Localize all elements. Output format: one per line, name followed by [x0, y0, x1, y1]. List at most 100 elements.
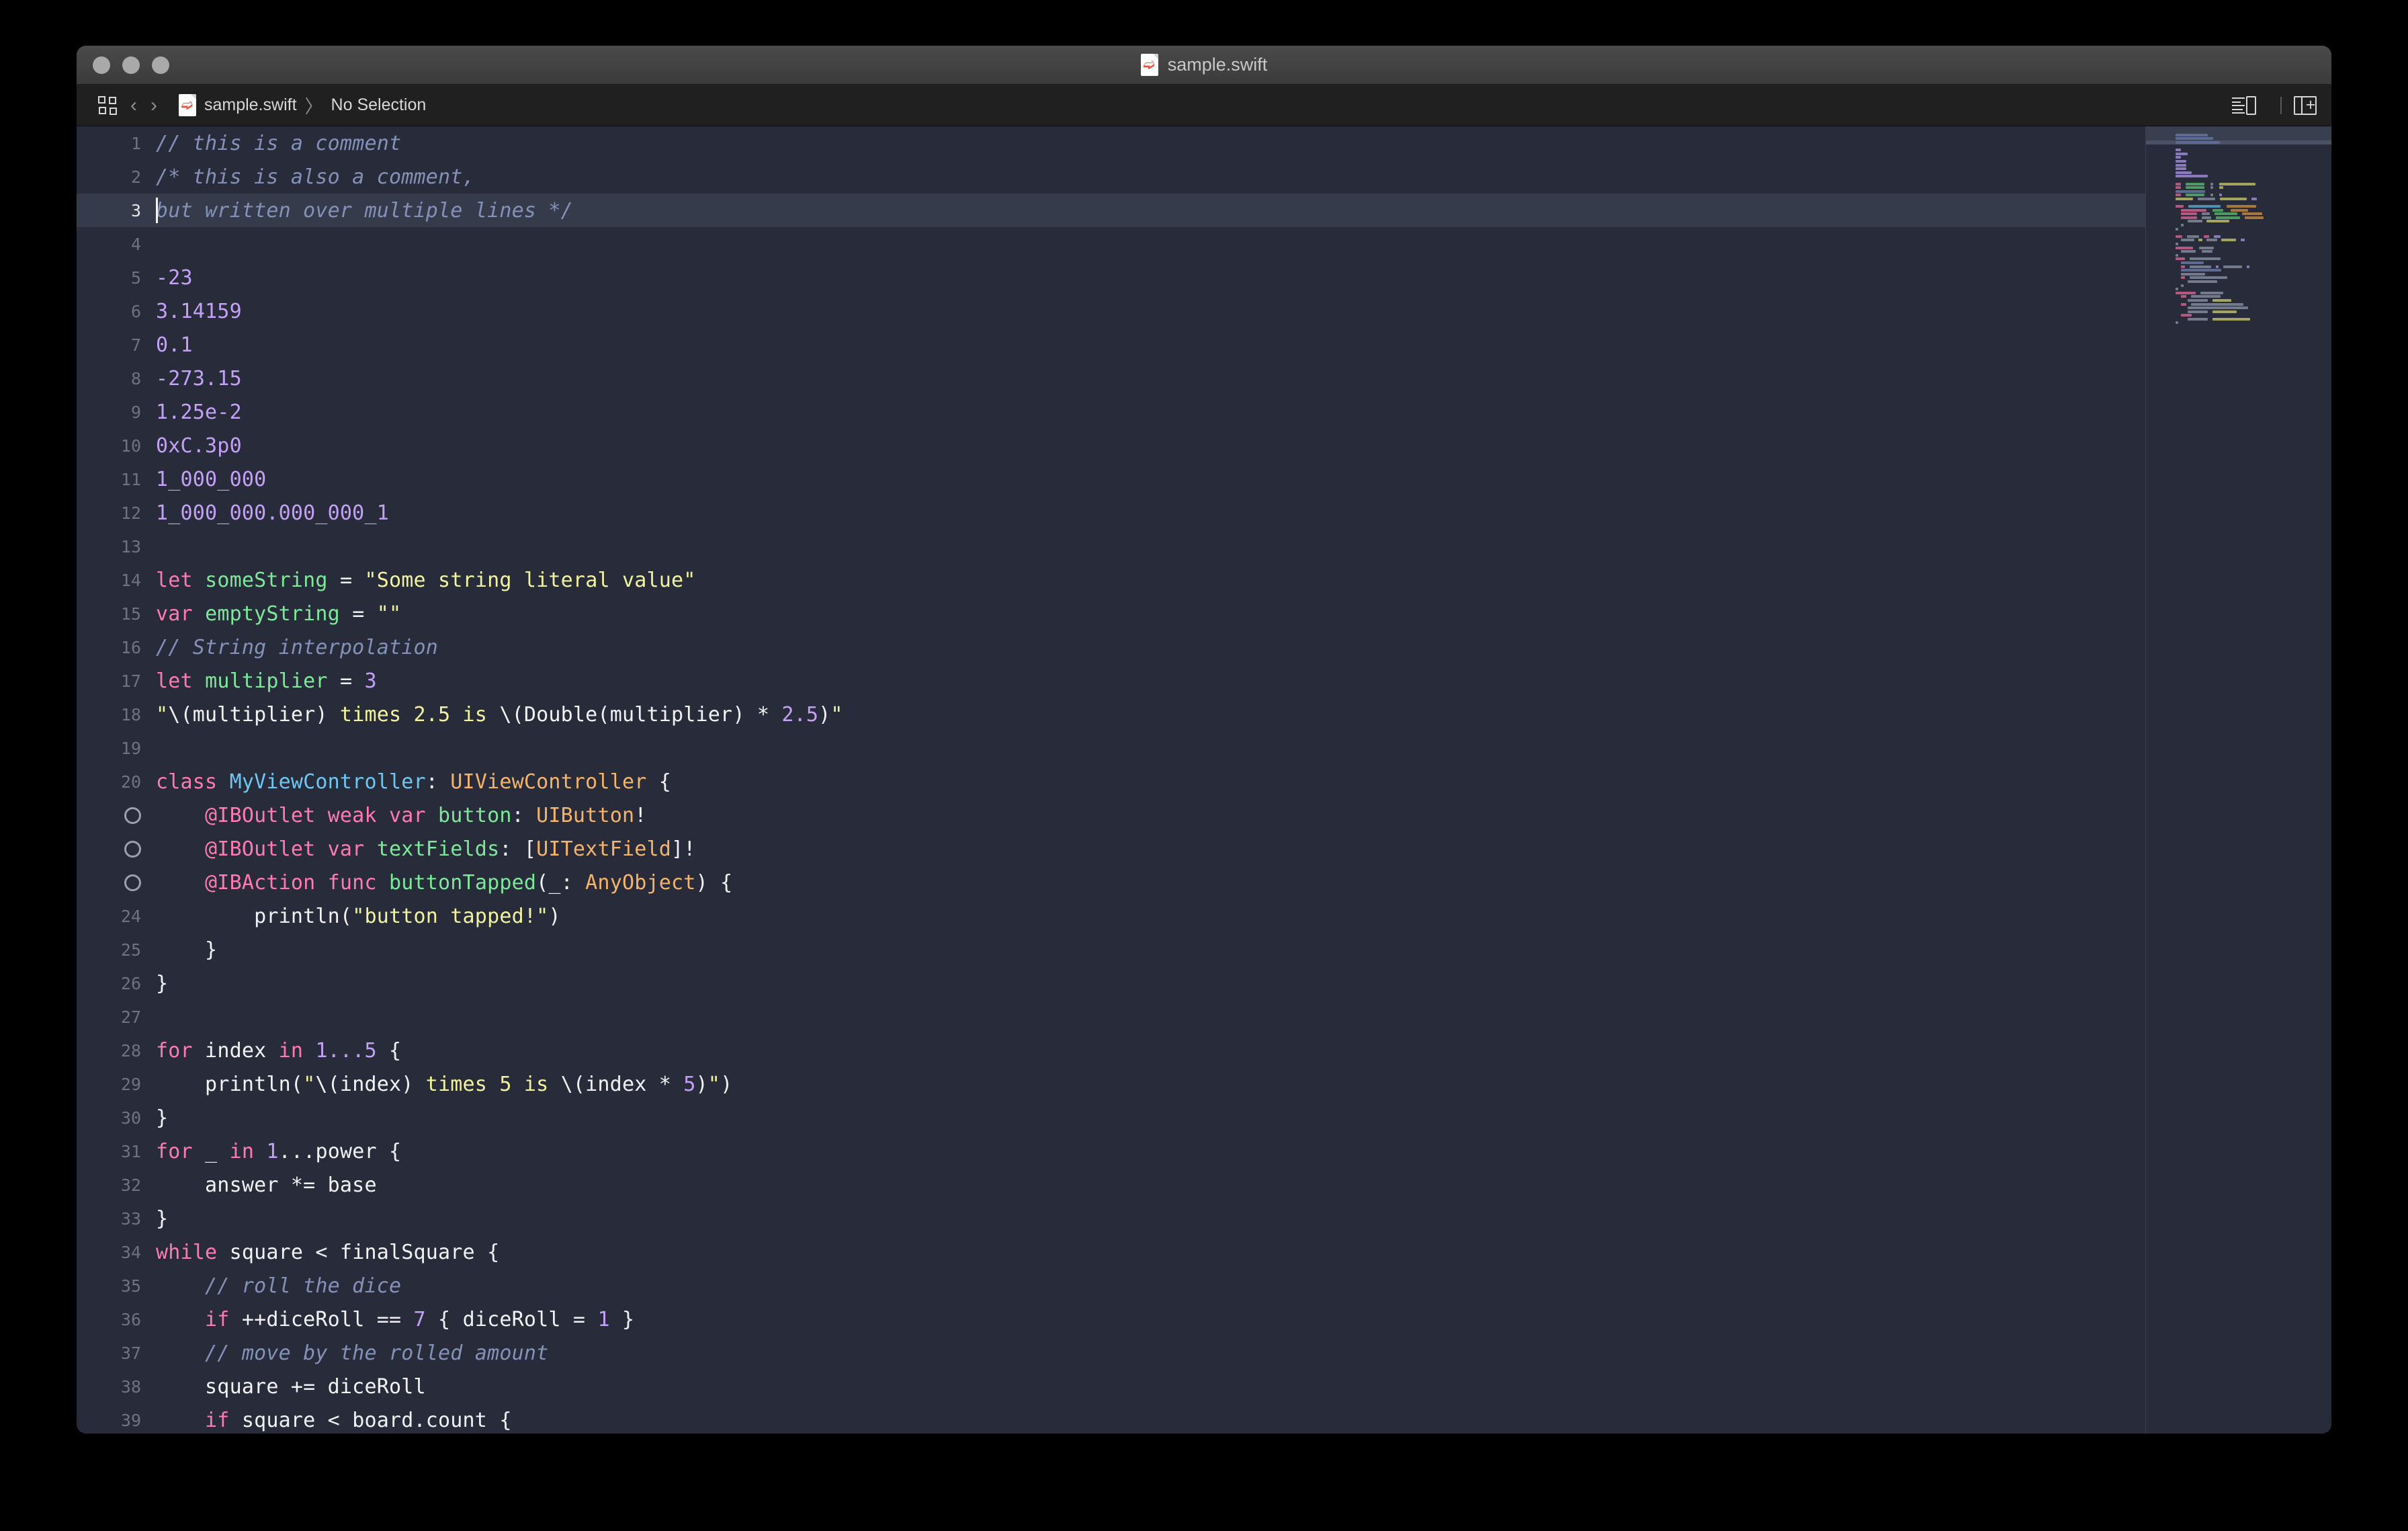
code-text[interactable]: println("\(index) times 5 is \(index * 5… [156, 1073, 2145, 1096]
code-text[interactable]: answer *= base [156, 1173, 2145, 1197]
code-text[interactable]: square += diceRoll [156, 1375, 2145, 1399]
code-line[interactable]: 11 1_000_000 [77, 462, 2145, 496]
line-number[interactable]: 9 [77, 403, 156, 422]
line-number[interactable]: 8 [77, 369, 156, 388]
minimize-button[interactable] [122, 56, 140, 74]
code-line[interactable]: 3 but written over multiple lines */ [77, 194, 2145, 227]
code-line[interactable]: 30} [77, 1101, 2145, 1134]
navigate-forward-button[interactable]: › [144, 85, 164, 126]
code-line[interactable]: 19 [77, 731, 2145, 765]
line-number[interactable]: 1 [77, 134, 156, 153]
code-line[interactable]: 16// String interpolation [77, 630, 2145, 664]
code-line[interactable]: @IBOutlet weak var button: UIButton! [77, 798, 2145, 832]
code-line[interactable]: 39 if square < board.count { [77, 1403, 2145, 1434]
code-text[interactable]: 1.25e-2 [156, 401, 2145, 424]
code-line[interactable]: 6 3.14159 [77, 294, 2145, 328]
interface-builder-connection-marker[interactable] [77, 873, 156, 893]
circle-icon[interactable] [124, 874, 141, 891]
line-number[interactable]: 25 [77, 940, 156, 960]
code-text[interactable]: 1_000_000 [156, 468, 2145, 491]
code-text[interactable]: // String interpolation [156, 636, 2145, 659]
line-number[interactable]: 30 [77, 1108, 156, 1128]
code-line[interactable]: @IBAction func buttonTapped(_: AnyObject… [77, 866, 2145, 899]
line-number[interactable]: 17 [77, 671, 156, 691]
line-number[interactable]: 36 [77, 1310, 156, 1329]
line-number[interactable]: 28 [77, 1041, 156, 1061]
line-number[interactable]: 13 [77, 537, 156, 556]
code-text[interactable]: @IBOutlet weak var button: UIButton! [156, 804, 2145, 827]
code-line[interactable]: 14 let someString = "Some string literal … [77, 563, 2145, 597]
code-line[interactable]: 12 1_000_000.000_000_1 [77, 496, 2145, 530]
code-line[interactable]: 24 println("button tapped!") [77, 899, 2145, 933]
code-text[interactable]: if ++diceRoll == 7 { diceRoll = 1 } [156, 1308, 2145, 1331]
line-number[interactable]: 4 [77, 235, 156, 254]
code-line[interactable]: @IBOutlet var textFields: [UITextField]! [77, 832, 2145, 866]
code-text[interactable]: 3.14159 [156, 300, 2145, 323]
code-line[interactable]: 9 1.25e-2 [77, 395, 2145, 429]
line-number[interactable]: 7 [77, 335, 156, 355]
code-line[interactable]: 37 // move by the rolled amount [77, 1336, 2145, 1370]
line-number[interactable]: 34 [77, 1243, 156, 1262]
code-line[interactable]: 27 [77, 1000, 2145, 1034]
code-text[interactable]: // move by the rolled amount [156, 1341, 2145, 1365]
line-number[interactable]: 3 [77, 201, 156, 220]
code-line[interactable]: 35 // roll the dice [77, 1269, 2145, 1302]
line-number[interactable]: 39 [77, 1411, 156, 1430]
code-text[interactable]: println("button tapped!") [156, 905, 2145, 928]
line-number[interactable]: 37 [77, 1343, 156, 1363]
zoom-button[interactable] [152, 56, 169, 74]
line-number[interactable]: 26 [77, 974, 156, 993]
code-text[interactable]: // roll the dice [156, 1274, 2145, 1298]
code-text[interactable]: /* this is also a comment, [156, 165, 2145, 189]
code-line[interactable]: 36 if ++diceRoll == 7 { diceRoll = 1 } [77, 1302, 2145, 1336]
line-number[interactable]: 20 [77, 772, 156, 792]
code-line[interactable]: 5 -23 [77, 261, 2145, 294]
code-line[interactable]: 10 0xC.3p0 [77, 429, 2145, 462]
code-line[interactable]: 26} [77, 966, 2145, 1000]
code-text[interactable]: } [156, 972, 2145, 995]
code-text[interactable]: // this is a comment [156, 132, 2145, 155]
line-number[interactable]: 29 [77, 1075, 156, 1094]
code-text[interactable]: } [156, 938, 2145, 962]
code-line[interactable]: 15 var emptyString = "" [77, 597, 2145, 630]
line-number[interactable]: 15 [77, 604, 156, 624]
close-button[interactable] [93, 56, 110, 74]
code-line[interactable]: 8 -273.15 [77, 362, 2145, 395]
line-number[interactable]: 24 [77, 907, 156, 926]
line-number[interactable]: 14 [77, 571, 156, 590]
line-number[interactable]: 11 [77, 470, 156, 489]
code-text[interactable]: while square < finalSquare { [156, 1241, 2145, 1264]
circle-icon[interactable] [124, 806, 141, 824]
line-number[interactable]: 27 [77, 1007, 156, 1027]
line-number[interactable]: 16 [77, 638, 156, 657]
code-text[interactable]: but written over multiple lines */ [156, 199, 2145, 222]
breadcrumb-file[interactable]: sample.swift [204, 95, 297, 115]
code-text[interactable]: @IBOutlet var textFields: [UITextField]! [156, 837, 2145, 861]
line-number[interactable]: 35 [77, 1276, 156, 1296]
code-text[interactable]: 1_000_000.000_000_1 [156, 501, 2145, 525]
code-line[interactable]: 4 [77, 227, 2145, 261]
add-editor-button[interactable]: + [2294, 96, 2317, 115]
code-line[interactable]: 32 answer *= base [77, 1168, 2145, 1202]
code-text[interactable]: } [156, 1207, 2145, 1231]
code-text[interactable]: -23 [156, 266, 2145, 290]
line-number[interactable]: 6 [77, 302, 156, 321]
code-line[interactable]: 18 "\(multiplier) times 2.5 is \(Double(m… [77, 698, 2145, 731]
navigate-back-button[interactable]: ‹ [124, 85, 144, 126]
code-line[interactable]: 28 for index in 1...5 { [77, 1034, 2145, 1067]
code-text[interactable]: 0xC.3p0 [156, 434, 2145, 458]
code-line[interactable]: 34 while square < finalSquare { [77, 1235, 2145, 1269]
line-number[interactable]: 2 [77, 167, 156, 187]
line-number[interactable]: 10 [77, 436, 156, 456]
code-text[interactable]: for _ in 1...power { [156, 1140, 2145, 1163]
code-line[interactable]: 38 square += diceRoll [77, 1370, 2145, 1403]
code-line[interactable]: 17 let multiplier = 3 [77, 664, 2145, 698]
code-line[interactable]: 13 [77, 530, 2145, 563]
code-line[interactable]: 1// this is a comment [77, 126, 2145, 160]
line-number[interactable]: 18 [77, 705, 156, 725]
code-line[interactable]: 7 0.1 [77, 328, 2145, 362]
code-text[interactable]: 0.1 [156, 333, 2145, 357]
interface-builder-connection-marker[interactable] [77, 839, 156, 859]
minimap-toggle-button[interactable] [2232, 96, 2256, 115]
code-text[interactable]: "\(multiplier) times 2.5 is \(Double(mul… [156, 703, 2145, 727]
